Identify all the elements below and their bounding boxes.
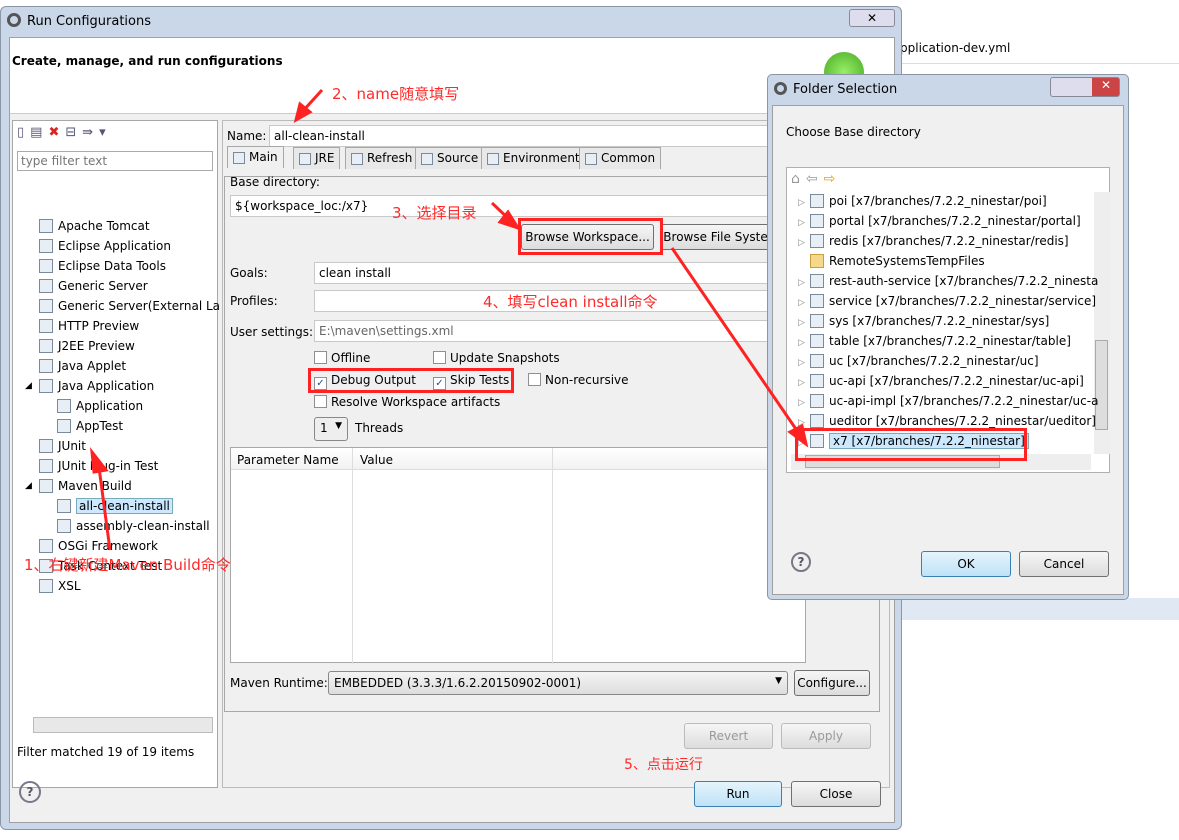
arrow-1 — [96, 459, 112, 551]
arrow-4 — [670, 247, 802, 436]
annotation-arrows — [89, 88, 809, 551]
